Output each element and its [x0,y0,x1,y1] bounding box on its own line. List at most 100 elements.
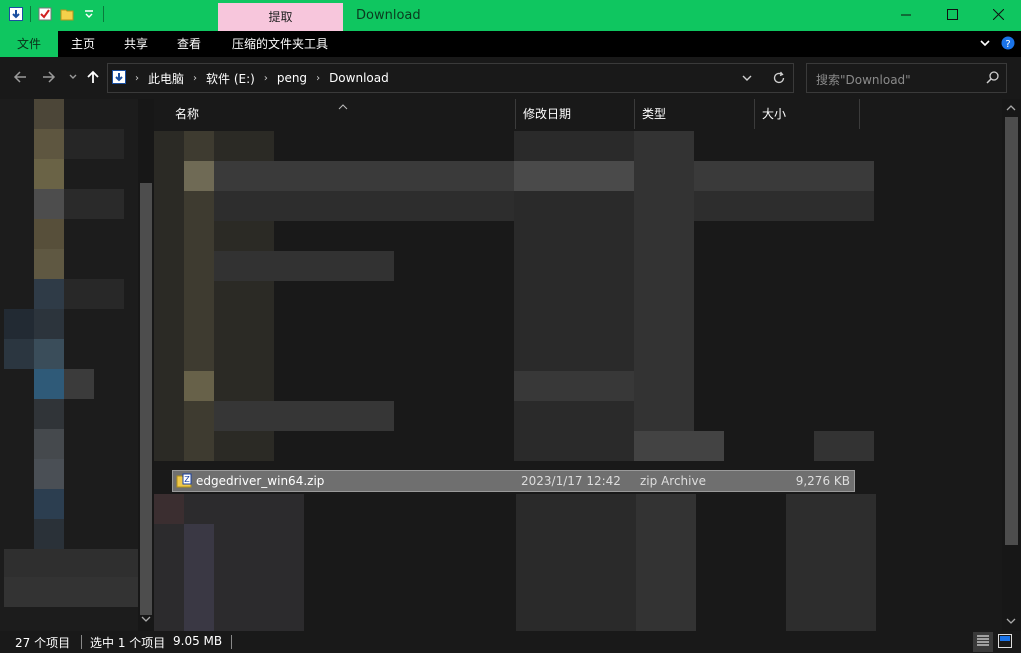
nav-item-blurred [64,129,124,159]
status-separator [231,635,232,649]
svg-text:?: ? [1005,39,1010,50]
minimize-icon [901,9,911,23]
checklist-icon[interactable] [37,6,53,22]
column-header-date[interactable]: 修改日期 [515,99,634,129]
file-rows-blurred [154,494,184,524]
qat-separator [103,6,104,22]
large-icons-view-button[interactable] [995,632,1015,652]
file-date: 2023/1/17 12:42 [521,474,621,488]
details-view-button[interactable] [973,632,993,652]
ribbon-tabs: 文件 主页 共享 查看 压缩的文件夹工具 ? [0,31,1021,57]
nav-item-blurred [34,189,64,219]
up-button[interactable] [84,69,102,87]
help-icon[interactable]: ? [1001,36,1015,53]
nav-item-blurred [34,459,64,489]
chevron-right-icon[interactable]: › [135,73,139,84]
selected-size: 9.05 MB [173,634,223,648]
navigation-scroll-thumb[interactable] [140,183,152,615]
nav-item-blurred [34,219,64,249]
nav-item-blurred [34,159,64,189]
details-view-icon [976,634,990,651]
tab-view[interactable]: 查看 [163,31,215,57]
nav-item-blurred [34,369,64,399]
nav-item-blurred [34,519,64,549]
breadcrumb-item-this-pc[interactable]: 此电脑 [148,70,184,87]
tab-home[interactable]: 主页 [57,31,109,57]
scroll-down-icon[interactable] [141,613,151,627]
status-separator [81,635,82,649]
navigation-scrollbar[interactable] [138,99,154,631]
forward-button[interactable] [40,69,58,87]
column-header-type[interactable]: 类型 [634,99,754,129]
forward-icon [42,70,56,87]
file-list-scrollbar[interactable] [1002,99,1021,631]
file-list[interactable]: 名称 修改日期 类型 大小 Z edgedriver_win64.zip 202… [154,99,1002,631]
maximize-icon [946,8,958,23]
file-rows-blurred [184,161,214,191]
nav-item-blurred [34,249,64,279]
refresh-icon[interactable] [772,71,786,88]
column-header-size[interactable]: 大小 [754,99,859,129]
tab-share[interactable]: 共享 [110,31,162,57]
column-header-name[interactable]: 名称 [167,99,515,129]
column-divider[interactable] [859,99,860,129]
location-icon [112,69,126,87]
table-row-selected[interactable]: Z edgedriver_win64.zip 2023/1/17 12:42 z… [172,470,855,492]
file-list-scroll-thumb[interactable] [1005,117,1018,545]
address-bar[interactable]: › 此电脑 › 软件 (E:) › peng › Download [107,63,794,93]
search-icon[interactable] [986,71,999,87]
maximize-button[interactable] [929,0,975,31]
status-bar: 27 个项目 选中 1 个项目 9.05 MB [0,631,1021,653]
nav-item-blurred [34,399,64,429]
quick-access-toolbar [8,6,104,22]
zip-archive-icon: Z [176,473,192,489]
file-rows-blurred [214,401,394,431]
extract-context-tab[interactable]: 提取 [218,3,343,31]
tab-compressed-folder-tools[interactable]: 压缩的文件夹工具 [218,31,342,57]
scroll-up-icon[interactable] [1006,102,1016,116]
nav-item-blurred [4,339,34,369]
breadcrumb-item-drive[interactable]: 软件 (E:) [206,70,255,87]
back-button[interactable] [11,69,29,87]
file-type: zip Archive [640,474,706,488]
nav-item-blurred [4,549,138,577]
expand-ribbon-icon[interactable] [979,37,991,52]
file-rows-blurred [636,494,696,631]
up-icon [86,70,100,87]
address-row: › 此电脑 › 软件 (E:) › peng › Download 搜索"Dow… [0,57,1021,99]
file-rows-blurred [184,371,214,401]
address-dropdown-icon[interactable] [741,72,753,87]
customize-qat-icon[interactable] [81,6,97,22]
selected-count: 选中 1 个项目 [90,636,166,650]
qat-separator [30,6,31,22]
tab-file[interactable]: 文件 [0,31,58,57]
navigation-pane[interactable] [0,99,138,631]
recent-locations-button[interactable] [64,69,82,87]
breadcrumb-item-peng[interactable]: peng [277,71,307,85]
minimize-button[interactable] [883,0,929,31]
nav-item-blurred [34,309,64,339]
item-count: 27 个项目 [15,636,71,650]
close-icon [992,8,1004,23]
file-rows-blurred [634,431,724,461]
nav-item-blurred [34,489,64,519]
file-size: 9,276 KB [795,474,850,488]
close-button[interactable] [975,0,1021,31]
nav-item-blurred [34,129,64,159]
file-rows-blurred [814,431,874,461]
file-rows-blurred [634,131,694,461]
search-input[interactable]: 搜索"Download" [806,63,1007,93]
breadcrumb: › 此电脑 › 软件 (E:) › peng › Download [112,64,389,92]
chevron-right-icon[interactable]: › [264,73,268,84]
properties-icon[interactable] [8,6,24,22]
nav-item-blurred [4,577,138,607]
chevron-right-icon[interactable]: › [316,73,320,84]
breadcrumb-item-download[interactable]: Download [329,71,389,85]
back-icon [13,70,27,87]
scroll-down-icon[interactable] [1006,615,1016,629]
new-folder-icon[interactable] [59,6,75,22]
nav-item-blurred [4,309,34,339]
svg-text:Z: Z [184,475,190,484]
chevron-right-icon[interactable]: › [193,73,197,84]
file-name[interactable]: edgedriver_win64.zip [196,474,324,488]
